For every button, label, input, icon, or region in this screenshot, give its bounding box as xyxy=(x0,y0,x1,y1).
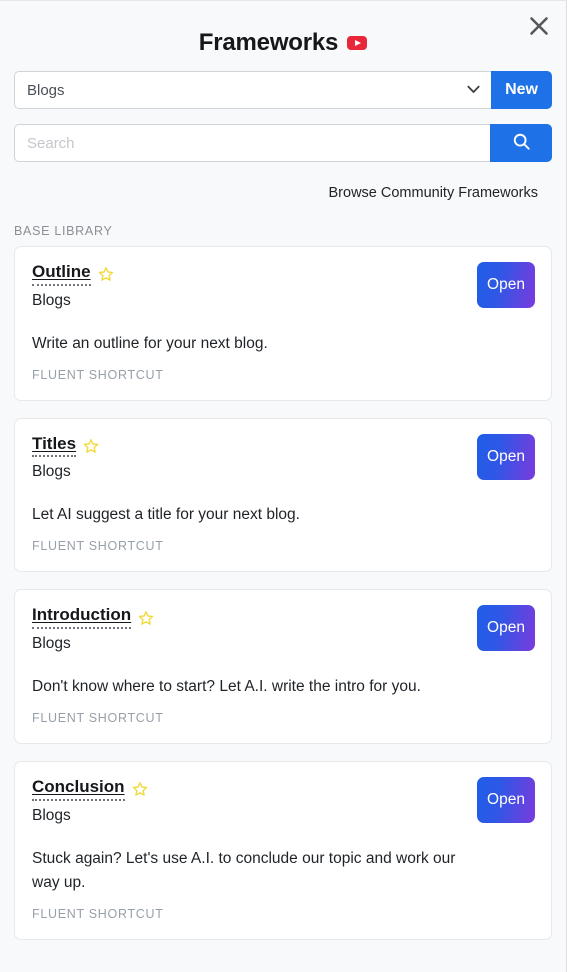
card-title[interactable]: Outline xyxy=(32,262,91,286)
star-icon[interactable] xyxy=(138,610,154,626)
category-select-wrap: Blogs xyxy=(14,71,492,109)
star-icon[interactable] xyxy=(132,781,148,797)
title-row: Frameworks xyxy=(0,1,566,57)
card-title-line: Conclusion xyxy=(32,777,534,801)
search-input[interactable] xyxy=(14,124,490,162)
card-description: Don't know where to start? Let A.I. writ… xyxy=(32,678,421,696)
card-title-line: Introduction xyxy=(32,606,534,630)
framework-card[interactable]: Titles Blogs Let AI suggest a title for … xyxy=(14,417,552,573)
card-category: Blogs xyxy=(32,463,71,481)
open-button[interactable]: Open xyxy=(477,433,535,480)
browse-row: Browse Community Frameworks xyxy=(14,177,552,202)
card-description: Stuck again? Let's use A.I. to conclude … xyxy=(32,849,456,891)
card-title-line: Outline xyxy=(32,262,534,286)
card-description: Write an outline for your next blog. xyxy=(32,334,268,352)
panel-header: Frameworks xyxy=(0,1,566,71)
card-title[interactable]: Titles xyxy=(32,434,77,458)
panel-controls: Blogs New Search Browse Community Framew… xyxy=(0,71,566,202)
framework-card[interactable]: Introduction Blogs Don't know where to s… xyxy=(14,589,552,745)
card-category: Blogs xyxy=(32,291,71,309)
open-button[interactable]: Open xyxy=(477,605,535,652)
star-icon[interactable] xyxy=(83,438,99,454)
card-category: Blogs xyxy=(32,635,71,653)
framework-card[interactable]: Conclusion Blogs Stuck again? Let's use … xyxy=(14,761,552,940)
page-title: Frameworks xyxy=(198,29,339,56)
frameworks-panel: Frameworks Blogs New Search Browse Commu… xyxy=(0,0,567,972)
search-row xyxy=(14,124,552,162)
card-category: Blogs xyxy=(32,806,71,824)
card-tag: FLUENT SHORTCUT xyxy=(32,367,164,382)
new-button[interactable]: New xyxy=(491,71,552,109)
open-button[interactable]: Open xyxy=(477,262,535,308)
browse-community-frameworks-link[interactable]: Browse Community Frameworks xyxy=(329,185,539,201)
close-icon[interactable] xyxy=(522,9,556,43)
card-description: Let AI suggest a title for your next blo… xyxy=(32,506,300,524)
framework-card[interactable]: Outline Blogs Write an outline for your … xyxy=(14,246,552,401)
search-button[interactable] xyxy=(490,124,552,162)
youtube-play-icon[interactable] xyxy=(347,36,368,50)
card-tag: FLUENT SHORTCUT xyxy=(32,711,164,726)
card-tag: FLUENT SHORTCUT xyxy=(32,539,164,554)
card-title-line: Titles xyxy=(32,434,534,458)
star-icon[interactable] xyxy=(98,266,114,282)
category-select[interactable]: Blogs xyxy=(14,71,492,109)
search-icon xyxy=(512,132,531,154)
section-label-base-library: BASE LIBRARY xyxy=(14,224,113,238)
right-gutter xyxy=(567,0,586,972)
framework-card-list: Outline Blogs Write an outline for your … xyxy=(0,246,566,940)
open-button[interactable]: Open xyxy=(477,777,535,824)
card-title[interactable]: Introduction xyxy=(32,606,132,630)
card-title[interactable]: Conclusion xyxy=(32,777,125,801)
category-row: Blogs New xyxy=(14,71,552,109)
card-tag: FLUENT SHORTCUT xyxy=(32,906,164,921)
frameworks-panel-screen: Frameworks Blogs New Search Browse Commu… xyxy=(0,0,586,972)
